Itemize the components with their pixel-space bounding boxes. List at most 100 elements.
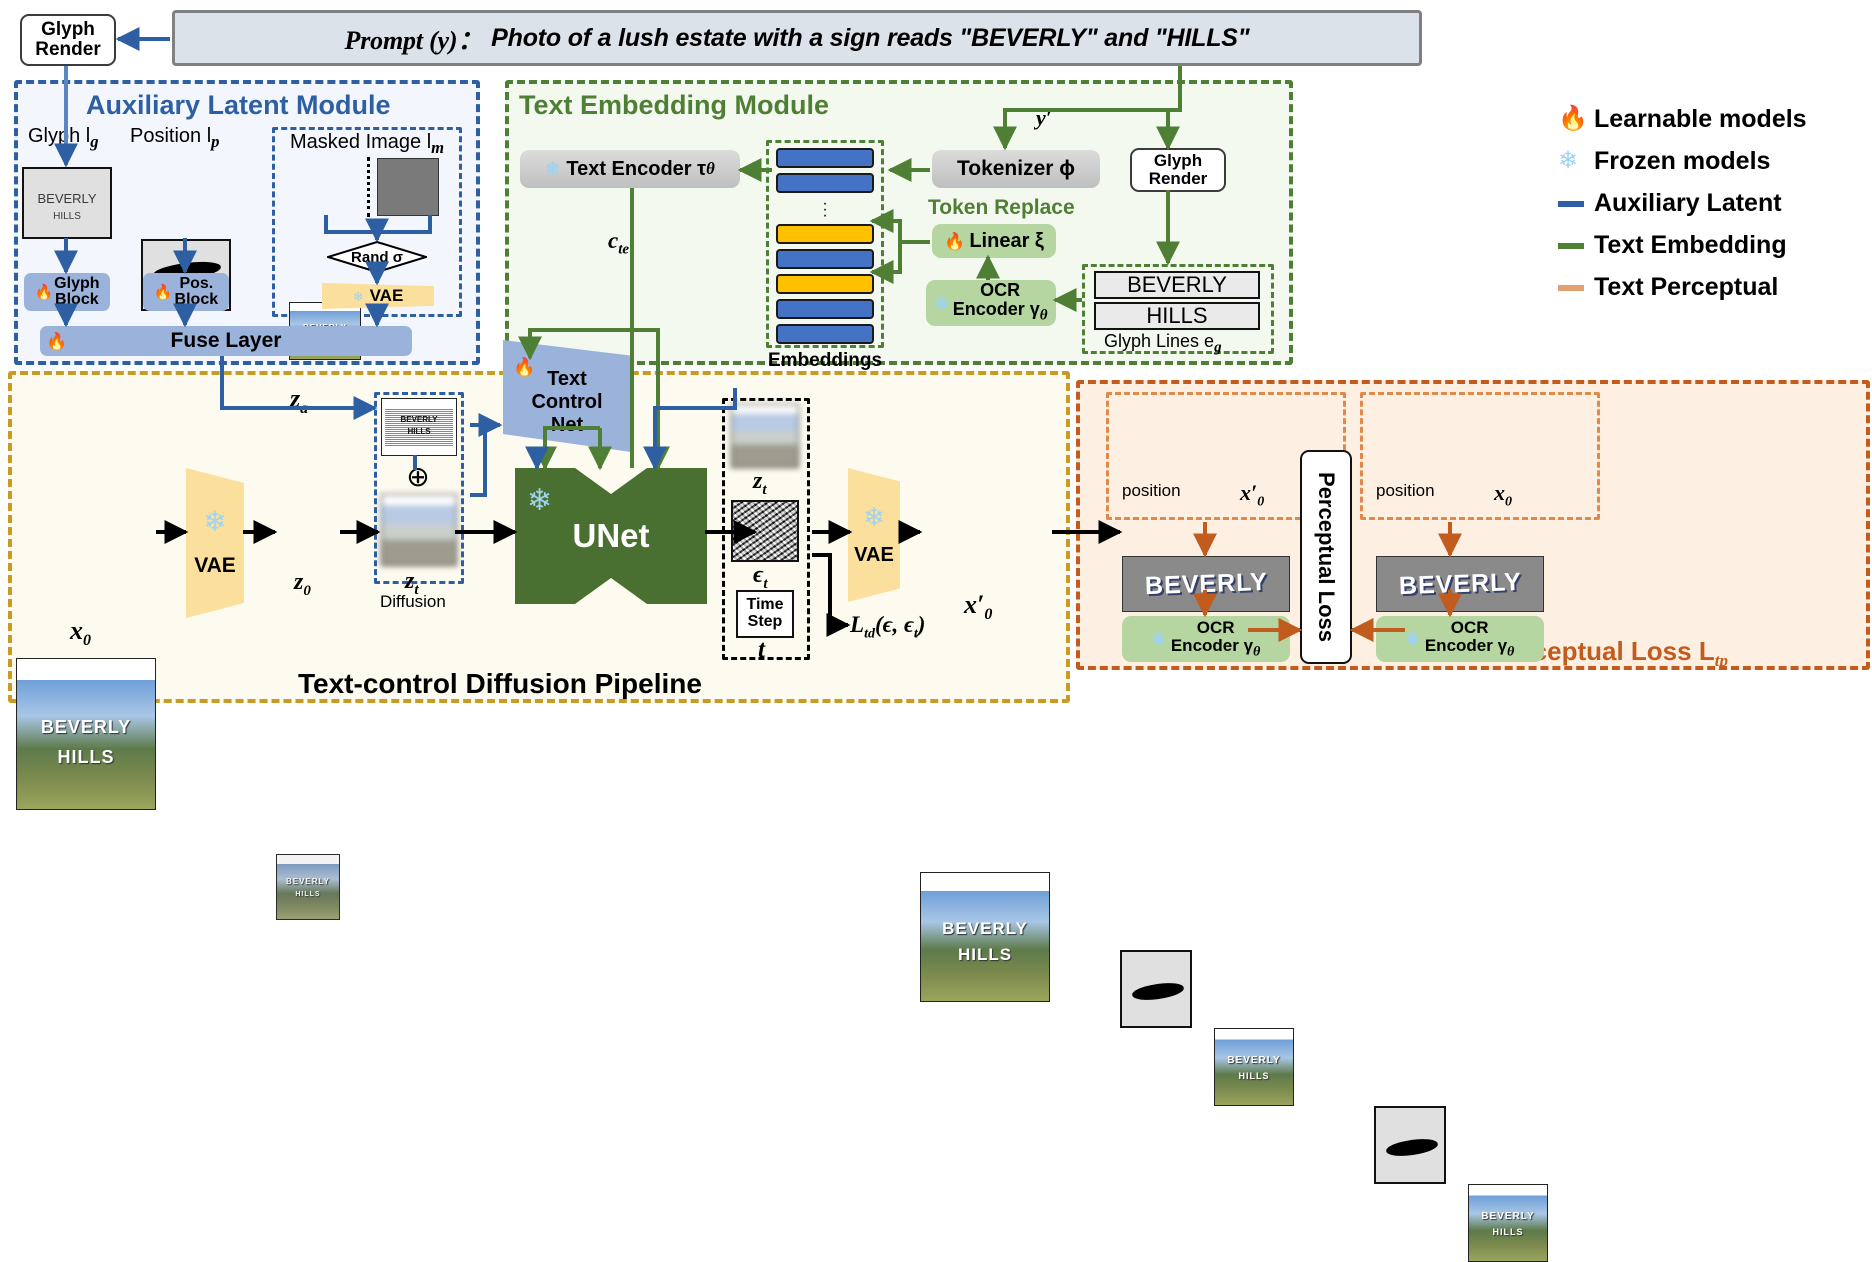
snowflake-icon: ❄ bbox=[545, 159, 561, 179]
perceptual-left-crop-image: BEVERLY bbox=[1122, 556, 1290, 612]
tokenizer-box: Tokenizer ϕ bbox=[932, 150, 1100, 188]
masked-divider bbox=[367, 157, 370, 217]
z0-sign-line1: BEVERLY bbox=[285, 877, 331, 886]
glyph-line-1-text: BEVERLY bbox=[1127, 272, 1227, 297]
text-control-net-l2: Control bbox=[531, 390, 603, 413]
token-replace-label: Token Replace bbox=[928, 196, 1075, 219]
zt-left-image bbox=[381, 494, 457, 566]
fuse-layer: 🔥 Fuse Layer bbox=[40, 326, 412, 356]
z0-sign-line2: HILLS bbox=[295, 891, 321, 898]
snowflake-icon: ❄ bbox=[1151, 629, 1166, 649]
ocr-encoder-l2: Encoder γθ bbox=[952, 299, 1048, 324]
linear-label: Linear ξ bbox=[969, 229, 1044, 252]
x0prime-sign-line1: BEVERLY bbox=[942, 919, 1028, 938]
linear-box: 🔥 Linear ξ bbox=[932, 224, 1056, 258]
perceptual-right-position-label: position bbox=[1376, 481, 1435, 500]
glyph-image-card: BEVERLY HILLS bbox=[22, 167, 112, 239]
glyph-lines-label: Glyph Lines eg bbox=[1104, 331, 1222, 356]
ocr-encoder-box: ❄ OCR Encoder γθ bbox=[926, 280, 1056, 326]
perceptual-right-crop-image: BEVERLY bbox=[1376, 556, 1544, 612]
fuse-layer-label: Fuse Layer bbox=[170, 329, 282, 352]
line-swatch-icon bbox=[1558, 194, 1594, 212]
glyph-render-right-l1: Glyph bbox=[1153, 151, 1203, 171]
glyph-render-top-box: Glyph Render bbox=[20, 14, 116, 66]
fire-icon: 🔥 bbox=[944, 231, 966, 251]
perceptual-left-ocr-l1: OCR bbox=[1196, 617, 1235, 637]
perceptual-left-x0prime-image: BEVERLY HILLS bbox=[1214, 1028, 1294, 1106]
glyph-line-2-text: HILLS bbox=[1146, 303, 1208, 328]
plus-symbol: ⊕ bbox=[406, 460, 430, 492]
perceptual-right-ocr-l2: Encoder γθ bbox=[1424, 635, 1515, 660]
snowflake-icon: ❄ bbox=[203, 506, 227, 537]
snowflake-icon: ❄ bbox=[1405, 629, 1420, 649]
line-swatch-icon bbox=[1558, 278, 1594, 296]
embeddings-label: Embeddings bbox=[768, 350, 883, 371]
vae-left-label: VAE bbox=[194, 554, 236, 577]
glyph-render-top-l1: Glyph bbox=[41, 19, 95, 41]
prompt-banner: Prompt (y)： Photo of a lush estate with … bbox=[172, 10, 1422, 66]
snowflake-icon: ❄ bbox=[527, 484, 553, 517]
glyph-block-l1: Glyph bbox=[54, 275, 100, 292]
za-latent-image: BEVERLY HILLS bbox=[381, 398, 457, 456]
zt-left-label: zt bbox=[405, 568, 419, 598]
perceptual-right-ocr-box: ❄ OCR Encoder γθ bbox=[1376, 616, 1544, 662]
fire-icon: 🔥 bbox=[1558, 105, 1588, 132]
line-swatch-icon bbox=[1558, 236, 1594, 254]
snowflake-icon: ❄ bbox=[934, 293, 949, 313]
legend-item-text-perceptual: Text Perceptual bbox=[1558, 266, 1868, 308]
glyph-line-box-1: BEVERLY bbox=[1094, 271, 1260, 299]
token-blue-5 bbox=[776, 324, 874, 344]
perceptual-right-position-image bbox=[1374, 1106, 1446, 1184]
za-label: za bbox=[290, 384, 309, 418]
legend-label-2: Auxiliary Latent bbox=[1594, 188, 1782, 217]
position-arc bbox=[1131, 980, 1185, 1003]
perceptual-left-ocr-l2: Encoder γθ bbox=[1170, 635, 1261, 660]
fire-icon: 🔥 bbox=[513, 357, 536, 377]
vae-right-box: ❄ VAE bbox=[848, 468, 900, 602]
glyph-latent-label: Glyph lg bbox=[28, 125, 99, 151]
x0-thumb-line2: HILLS bbox=[1492, 1227, 1524, 1237]
legend: 🔥 Learnable models ❄ Frozen models Auxil… bbox=[1558, 98, 1868, 308]
perceptual-loss-box: Perceptual Loss bbox=[1300, 450, 1352, 664]
x0-sign-line1: BEVERLY bbox=[40, 717, 132, 737]
token-ellipsis: · · · bbox=[822, 195, 828, 224]
position-latent-label: Position lp bbox=[130, 125, 220, 151]
z0-image: BEVERLY HILLS bbox=[276, 854, 340, 920]
text-control-net-l3: Net bbox=[550, 413, 584, 436]
perceptual-right-x0-image: BEVERLY HILLS bbox=[1468, 1184, 1548, 1262]
zt-right-image bbox=[731, 404, 799, 468]
snowflake-icon: ❄ bbox=[352, 288, 364, 304]
diffusion-pipeline-title: Text-control Diffusion Pipeline bbox=[298, 668, 702, 699]
y-prime-label: y′ bbox=[1036, 105, 1052, 130]
x0-prime-image: BEVERLY HILLS bbox=[920, 872, 1050, 1002]
c-te-label: cte bbox=[608, 228, 630, 258]
legend-item-auxiliary-latent: Auxiliary Latent bbox=[1558, 182, 1868, 224]
x0prime-sign-line2: HILLS bbox=[957, 945, 1013, 964]
glyph-card-line2: HILLS bbox=[53, 211, 81, 222]
perceptual-right-crop-text: BEVERLY bbox=[1398, 567, 1522, 600]
masked-mask-image bbox=[377, 158, 439, 216]
glyph-render-right-l2: Render bbox=[1148, 169, 1208, 188]
epsilon-noise-image bbox=[731, 500, 799, 562]
epsilon-t-label: ϵt bbox=[753, 562, 768, 592]
x0-label: x0 bbox=[70, 616, 91, 650]
glyph-block-l2: Block bbox=[55, 291, 99, 308]
text-control-net-box: 🔥 Text Control Net bbox=[503, 340, 631, 452]
legend-item-text-embedding: Text Embedding bbox=[1558, 224, 1868, 266]
perceptual-left-position-label: position bbox=[1122, 481, 1181, 500]
tokenizer-label: Tokenizer ϕ bbox=[956, 157, 1076, 180]
prompt-text: Photo of a lush estate with a sign reads… bbox=[491, 23, 1250, 52]
x0-image: BEVERLY HILLS bbox=[16, 658, 156, 810]
ocr-encoder-l1: OCR bbox=[980, 280, 1021, 301]
fire-icon: 🔥 bbox=[153, 283, 173, 301]
x0prime-thumb-line2: HILLS bbox=[1238, 1071, 1270, 1081]
x0-sign-line2: HILLS bbox=[57, 747, 115, 767]
fire-icon: 🔥 bbox=[46, 331, 68, 351]
zt-right-label: zt bbox=[753, 468, 767, 498]
vae-left-box: ❄ VAE bbox=[186, 468, 244, 618]
token-blue-2 bbox=[776, 173, 874, 193]
prompt-label: Prompt (y)： bbox=[344, 25, 484, 55]
perceptual-loss-label: Perceptual Loss bbox=[1314, 472, 1339, 642]
text-encoder-label: Text Encoder τ bbox=[566, 157, 707, 180]
perceptual-left-crop-text: BEVERLY bbox=[1144, 567, 1268, 600]
